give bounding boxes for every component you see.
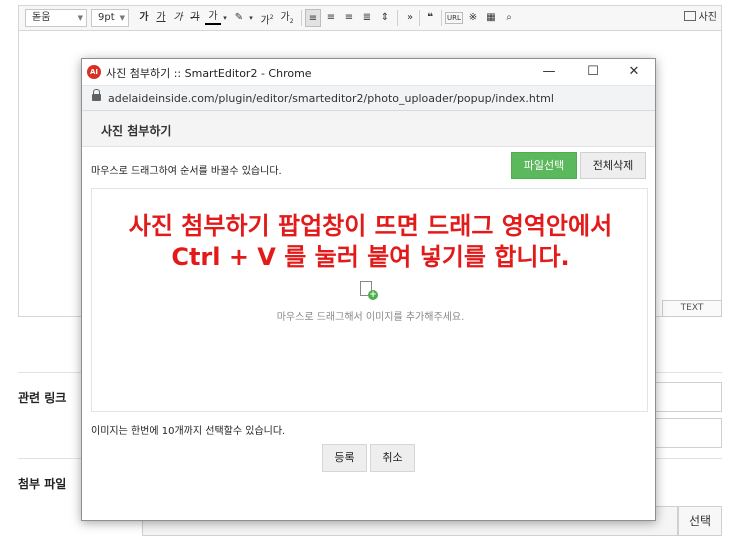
popup-title: 사진 첨부하기 xyxy=(101,124,172,138)
subscript-label: 가 xyxy=(280,12,290,23)
align-justify-icon[interactable]: ≣ xyxy=(359,9,375,27)
chevron-down-icon: ▼ xyxy=(77,14,83,22)
toolbar-divider xyxy=(397,10,398,26)
font-size-value: 9pt xyxy=(98,12,115,23)
close-icon[interactable]: ✕ xyxy=(624,62,644,82)
add-photo-label: 사진 xyxy=(698,12,717,23)
cancel-button[interactable]: 취소 xyxy=(370,444,415,472)
font-color-dropdown-icon[interactable]: ▾ xyxy=(221,9,229,27)
drop-zone-text: 마우스로 드래그해서 이미지를 추가해주세요. xyxy=(276,312,465,323)
find-replace-icon[interactable]: ⌕ xyxy=(501,9,517,27)
window-title: 사진 첨부하기 :: SmartEditor2 - Chrome xyxy=(106,67,312,80)
photo-icon xyxy=(683,11,696,21)
align-left-icon[interactable]: ≡ xyxy=(305,9,321,27)
editor-toolbar: 돋움 ▼ 9pt ▼ 가 가 가 가 가 ▾ ✎ ▾ 가2 가2 ≡ ≡ ≡ ≣… xyxy=(18,5,722,31)
highlight-pen-icon[interactable]: ✎ xyxy=(231,9,247,27)
choose-file-button[interactable]: 선택 xyxy=(678,506,722,536)
toolbar-divider xyxy=(419,10,420,26)
add-plus-icon: + xyxy=(368,290,378,300)
italic-button[interactable]: 가 xyxy=(170,9,186,27)
font-color-button[interactable]: 가 xyxy=(205,9,221,25)
delete-all-button[interactable]: 전체삭제 xyxy=(580,152,646,179)
more-button[interactable]: » xyxy=(402,9,418,27)
popup-header: 사진 첨부하기 xyxy=(82,111,655,147)
app-icon: AI xyxy=(87,65,101,79)
strikethrough-button[interactable]: 가 xyxy=(187,9,203,27)
select-file-button[interactable]: 파일선택 xyxy=(511,152,577,179)
superscript-label: 가 xyxy=(260,15,270,27)
table-icon[interactable]: ▦ xyxy=(483,9,499,27)
url-text: adelaideinside.com/plugin/editor/smarted… xyxy=(108,92,554,105)
hyperlink-button[interactable]: URL xyxy=(445,12,463,24)
annotation-text-line2: Ctrl + V 를 눌러 붙여 넣기를 합니다. xyxy=(171,243,570,271)
lock-icon xyxy=(92,89,101,101)
add-photo-button[interactable]: 사진 xyxy=(683,9,717,27)
align-center-icon[interactable]: ≡ xyxy=(323,9,339,27)
drag-order-hint: 마우스로 드래그하여 순서를 바꿀수 있습니다. xyxy=(91,166,282,177)
line-height-icon[interactable]: ⇕ xyxy=(377,9,393,27)
toolbar-divider xyxy=(441,10,442,26)
minimize-icon[interactable]: — xyxy=(539,62,559,82)
quote-button[interactable]: ❝ xyxy=(422,9,438,27)
align-right-icon[interactable]: ≡ xyxy=(341,9,357,27)
register-button[interactable]: 등록 xyxy=(322,444,367,472)
related-link-input-2[interactable] xyxy=(652,418,722,448)
font-family-select[interactable]: 돋움 ▼ xyxy=(25,9,87,27)
special-char-button[interactable]: ※ xyxy=(465,9,481,27)
related-link-label: 관련 링크 xyxy=(18,391,67,405)
maximize-icon[interactable]: ☐ xyxy=(583,62,603,82)
highlight-dropdown-icon[interactable]: ▾ xyxy=(247,9,255,27)
text-mode-button[interactable]: TEXT xyxy=(662,300,722,317)
address-bar[interactable]: adelaideinside.com/plugin/editor/smarted… xyxy=(82,85,655,111)
attach-file-label: 첨부 파일 xyxy=(18,477,67,491)
annotation-text-line1: 사진 첨부하기 팝업창이 뜨면 드래그 영역안에서 xyxy=(128,212,613,240)
subscript-button[interactable]: 가2 xyxy=(279,9,295,27)
window-titlebar[interactable]: AI 사진 첨부하기 :: SmartEditor2 - Chrome — ☐ … xyxy=(82,59,655,85)
image-drop-zone[interactable]: 사진 첨부하기 팝업창이 뜨면 드래그 영역안에서 Ctrl + V 를 눌러 … xyxy=(91,188,648,412)
toolbar-divider xyxy=(301,10,302,26)
bold-button[interactable]: 가 xyxy=(136,9,152,27)
superscript-button[interactable]: 가2 xyxy=(259,9,275,27)
chevron-down-icon: ▼ xyxy=(119,14,125,22)
underline-button[interactable]: 가 xyxy=(153,9,169,27)
font-family-value: 돋움 xyxy=(32,12,51,23)
upload-limit-text: 이미지는 한번에 10개까지 선택할수 있습니다. xyxy=(91,426,286,437)
font-size-select[interactable]: 9pt ▼ xyxy=(91,9,129,27)
related-link-input-1[interactable] xyxy=(652,382,722,412)
photo-upload-popup-window: AI 사진 첨부하기 :: SmartEditor2 - Chrome — ☐ … xyxy=(81,58,656,521)
